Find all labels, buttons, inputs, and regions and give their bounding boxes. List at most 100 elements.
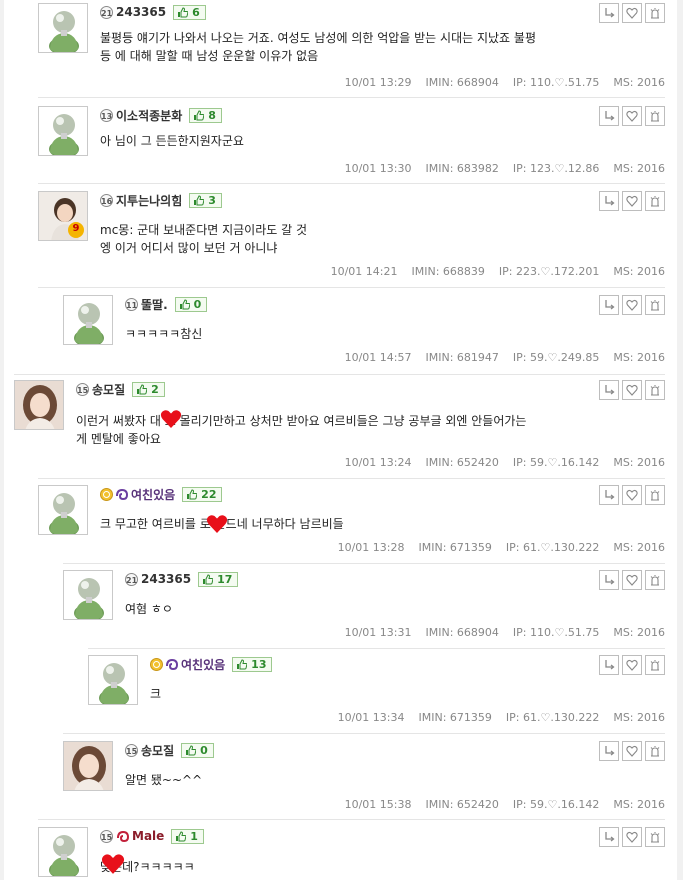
reply-arrow-icon <box>605 574 615 585</box>
like-button[interactable]: 3 <box>189 192 222 208</box>
avatar-photo[interactable]: 9 <box>38 191 88 241</box>
nickname[interactable]: 243365 <box>141 572 191 586</box>
avatar[interactable] <box>38 106 88 156</box>
like-button[interactable]: 8 <box>189 107 222 123</box>
comment-text: 크 <box>150 685 161 703</box>
avatar-photo[interactable] <box>14 380 64 430</box>
divider <box>88 648 665 649</box>
nickname[interactable]: 여친있음 <box>181 656 225 673</box>
thumbs-up-icon <box>202 574 214 584</box>
favorite-button[interactable] <box>622 295 642 315</box>
comment-imin: IMIN: 652420 <box>425 456 499 469</box>
nickname[interactable]: 여친있음 <box>131 486 175 503</box>
reply-button[interactable] <box>599 827 619 847</box>
divider <box>38 478 665 479</box>
comment-line: 아 님이 그 든든한지원자군요 <box>100 134 244 148</box>
like-button[interactable]: 0 <box>181 742 214 758</box>
reply-button[interactable] <box>599 106 619 126</box>
reply-button[interactable] <box>599 655 619 675</box>
like-count: 3 <box>208 193 216 207</box>
like-button[interactable]: 1 <box>171 828 204 844</box>
reply-button[interactable] <box>599 485 619 505</box>
comment-ip: IP: 59.♡.16.142 <box>512 456 600 469</box>
thumbs-up-icon <box>136 384 148 394</box>
report-button[interactable] <box>645 295 665 315</box>
divider <box>38 287 665 288</box>
avatar[interactable] <box>38 485 88 535</box>
nickname[interactable]: 지투는나의힘 <box>116 192 182 209</box>
comment-item: 15 송모질 2 이런거 써봤자 대 로 몰리기만하고 상처만 받아요 여르비들… <box>14 380 665 470</box>
like-count: 0 <box>193 297 202 311</box>
like-button[interactable]: 6 <box>173 4 206 20</box>
favorite-button[interactable] <box>622 655 642 675</box>
like-button[interactable]: 2 <box>132 381 165 397</box>
report-button[interactable] <box>645 655 665 675</box>
thumbs-up-icon <box>193 110 205 120</box>
avatar[interactable] <box>38 827 88 877</box>
comment-line: 크 <box>150 687 162 701</box>
comment-line: 불평등 얘기가 나와서 나오는 거죠. 여성도 남성에 의한 억압을 받는 시대… <box>100 31 536 45</box>
comment-text: 여혐 ㅎㅇ <box>125 600 173 618</box>
thumbs-up-icon <box>179 299 190 309</box>
report-button[interactable] <box>645 485 665 505</box>
avatar[interactable] <box>63 295 113 345</box>
avatar[interactable] <box>63 570 113 620</box>
favorite-button[interactable] <box>622 827 642 847</box>
avatar[interactable] <box>88 655 138 705</box>
report-icon <box>650 831 660 843</box>
report-icon <box>650 7 660 19</box>
like-button[interactable]: 22 <box>182 486 223 502</box>
comment-ms: MS: 2016 <box>613 711 665 724</box>
comment-meta: 10/01 13:34 IMIN: 671359 IP: 61.♡.130.222 M… <box>338 711 665 724</box>
report-button[interactable] <box>645 827 665 847</box>
nickname[interactable]: 뚤딸. <box>141 296 168 313</box>
like-count: 13 <box>251 657 267 671</box>
report-button[interactable] <box>645 570 665 590</box>
favorite-button[interactable] <box>622 380 642 400</box>
favorite-button[interactable] <box>622 106 642 126</box>
avatar-photo[interactable] <box>63 741 113 791</box>
comment-line: 엥 이거 어디서 많이 보던 거 아니냐 <box>100 241 278 255</box>
nickname[interactable]: 송모질 <box>92 381 125 398</box>
comment-actions <box>596 485 665 505</box>
report-button[interactable] <box>645 191 665 211</box>
reply-button[interactable] <box>599 570 619 590</box>
nickname[interactable]: 송모질 <box>141 742 174 759</box>
favorite-button[interactable] <box>622 3 642 23</box>
comment-ms: MS: 2016 <box>613 541 665 554</box>
reply-button[interactable] <box>599 3 619 23</box>
nickname[interactable]: 243365 <box>116 5 166 19</box>
heart-outline-icon <box>626 299 638 311</box>
heart-outline-icon <box>626 489 638 501</box>
reply-button[interactable] <box>599 380 619 400</box>
like-button[interactable]: 17 <box>198 571 239 587</box>
comment-actions <box>596 570 665 590</box>
comment-item-reply: 여친있음 13 크 10/01 13:34 IMIN: 671359 IP: 61.… <box>88 655 665 725</box>
like-count: 17 <box>217 572 233 586</box>
comment-meta: 10/01 15:38 IMIN: 652420 IP: 59.♡.16.142 MS… <box>345 798 665 811</box>
like-button[interactable]: 13 <box>232 656 273 672</box>
favorite-button[interactable] <box>622 570 642 590</box>
reply-button[interactable] <box>599 295 619 315</box>
favorite-button[interactable] <box>622 741 642 761</box>
comment-ms: MS: 2016 <box>613 265 665 278</box>
level-badge: 21 <box>125 572 138 586</box>
favorite-button[interactable] <box>622 485 642 505</box>
reply-button[interactable] <box>599 741 619 761</box>
nickname[interactable]: Male <box>132 829 164 843</box>
comment-line: ㅋㅋㅋㅋㅋ참신 <box>125 327 203 341</box>
comment-date: 10/01 13:30 <box>344 162 412 175</box>
default-user-icon <box>39 486 87 534</box>
comment-date: 10/01 13:28 <box>337 541 405 554</box>
report-button[interactable] <box>645 3 665 23</box>
favorite-button[interactable] <box>622 191 642 211</box>
report-button[interactable] <box>645 380 665 400</box>
reply-button[interactable] <box>599 191 619 211</box>
report-button[interactable] <box>645 106 665 126</box>
nickname[interactable]: 이소적종분화 <box>116 107 182 124</box>
comment-text: 불평등 얘기가 나와서 나오는 거죠. 여성도 남성에 의한 억압을 받는 시대… <box>100 29 536 65</box>
avatar[interactable] <box>38 3 88 53</box>
like-button[interactable]: 0 <box>174 296 208 312</box>
comment-actions <box>596 741 665 761</box>
report-button[interactable] <box>645 741 665 761</box>
